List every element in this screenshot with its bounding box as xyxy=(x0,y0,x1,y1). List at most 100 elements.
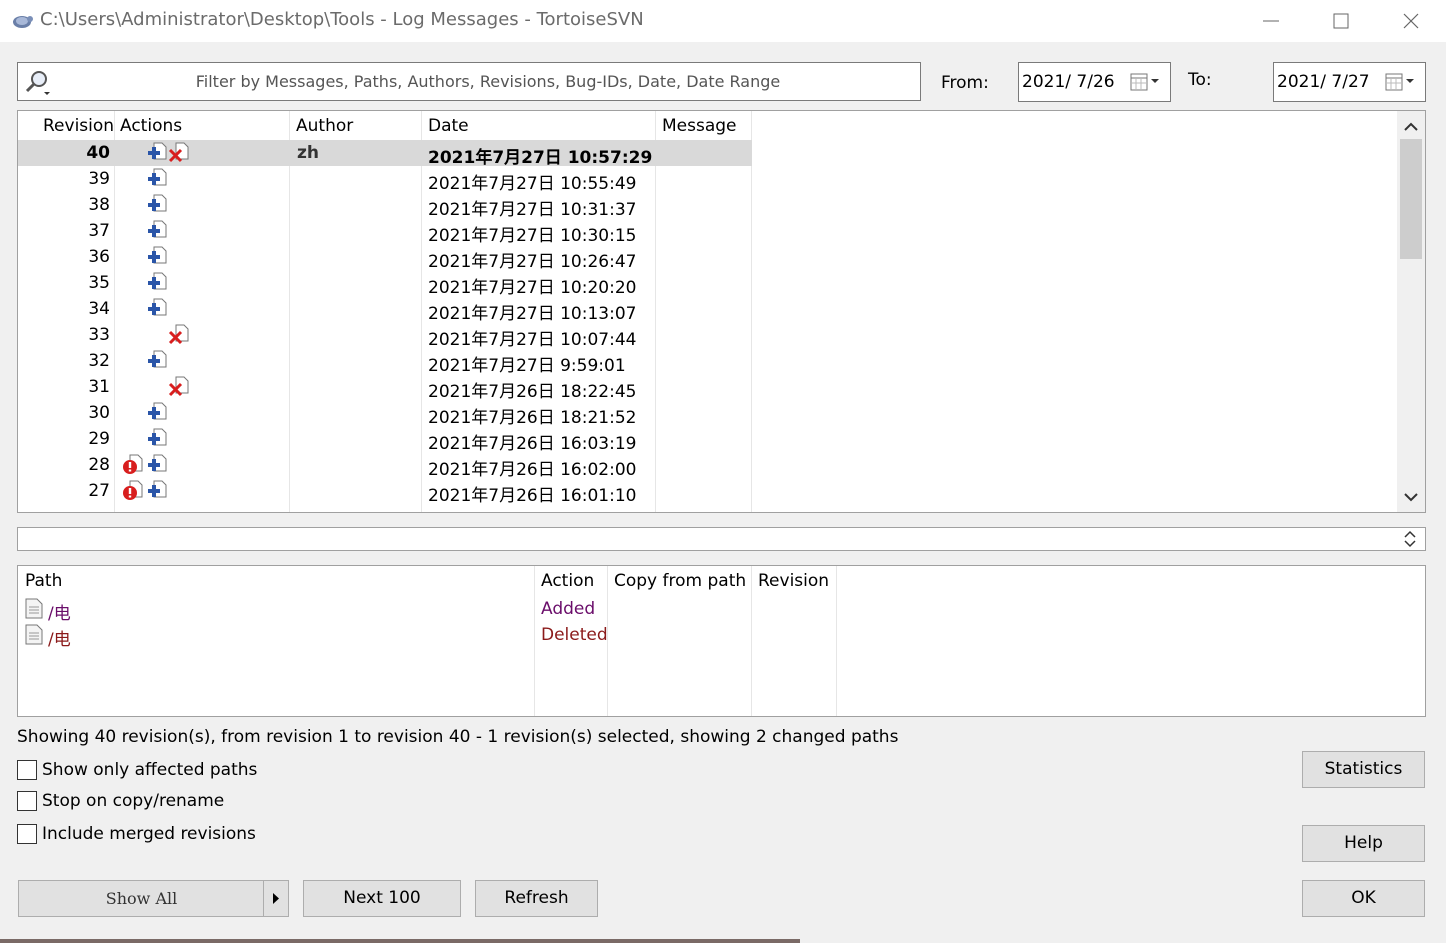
filter-input[interactable] xyxy=(58,67,918,96)
checkbox-box[interactable] xyxy=(17,824,37,844)
log-row[interactable]: 27 2021年7月26日 16:01:10 xyxy=(18,478,752,506)
log-actions xyxy=(120,402,200,424)
path-row[interactable]: /电 Added xyxy=(18,595,1425,624)
log-row[interactable]: 36 2021年7月27日 10:26:47 xyxy=(18,244,752,272)
maximize-button[interactable] xyxy=(1306,0,1376,42)
log-scrollbar[interactable] xyxy=(1397,111,1425,512)
calendar-dropdown-icon[interactable] xyxy=(1385,72,1417,92)
log-date: 2021年7月27日 10:26:47 xyxy=(428,252,637,272)
log-actions xyxy=(120,324,200,346)
close-button[interactable] xyxy=(1376,0,1446,42)
log-row[interactable]: 30 2021年7月26日 18:21:52 xyxy=(18,400,752,428)
log-date: 2021年7月27日 10:31:37 xyxy=(428,200,637,220)
log-row[interactable]: 28 2021年7月26日 16:02:00 xyxy=(18,452,752,480)
log-row[interactable]: 40 zh 2021年7月27日 10:57:29 xyxy=(18,140,752,168)
show-all-split-button[interactable]: Show All xyxy=(18,880,289,917)
log-row[interactable]: 34 2021年7月27日 10:13:07 xyxy=(18,296,752,324)
log-date: 2021年7月27日 9:59:01 xyxy=(428,356,626,376)
log-actions xyxy=(120,428,200,450)
column-header-action[interactable]: Action xyxy=(541,571,594,591)
log-revision: 38 xyxy=(88,195,110,215)
log-date: 2021年7月26日 18:22:45 xyxy=(428,382,637,402)
log-author: zh xyxy=(297,143,319,163)
column-header-path-revision[interactable]: Revision xyxy=(758,571,829,591)
help-button[interactable]: Help xyxy=(1302,825,1425,862)
added-icon xyxy=(146,350,168,372)
log-row[interactable]: 39 2021年7月27日 10:55:49 xyxy=(18,166,752,194)
log-revision: 36 xyxy=(88,247,110,267)
log-date: 2021年7月26日 16:03:19 xyxy=(428,434,637,454)
minimize-button[interactable] xyxy=(1236,0,1306,42)
log-date: 2021年7月26日 16:01:10 xyxy=(428,486,637,506)
tortoisesvn-icon xyxy=(10,10,34,30)
help-label: Help xyxy=(1344,833,1383,853)
path-text: /电 xyxy=(48,630,71,650)
checkbox-label[interactable]: Stop on copy/rename xyxy=(42,791,224,811)
added-icon xyxy=(146,454,168,476)
to-label: To: xyxy=(1188,70,1212,90)
refresh-button[interactable]: Refresh xyxy=(475,880,598,917)
changed-paths-list[interactable]: Path Action Copy from path Revision /电 A… xyxy=(17,565,1426,717)
column-header-message[interactable]: Message xyxy=(662,116,737,136)
log-date: 2021年7月27日 10:55:49 xyxy=(428,174,637,194)
to-date-picker[interactable]: 2021/ 7/27 xyxy=(1273,62,1426,102)
checkbox-label[interactable]: Show only affected paths xyxy=(42,760,257,780)
calendar-dropdown-icon[interactable] xyxy=(1130,72,1162,92)
window-title: C:\Users\Administrator\Desktop\Tools - L… xyxy=(40,9,644,30)
log-actions xyxy=(120,376,200,398)
file-icon xyxy=(25,624,43,645)
path-row[interactable]: /电 Deleted xyxy=(18,621,1425,650)
log-actions xyxy=(120,194,200,216)
title-bar: C:\Users\Administrator\Desktop\Tools - L… xyxy=(0,0,1446,42)
search-icon[interactable] xyxy=(22,67,56,97)
added-icon xyxy=(146,220,168,242)
log-list[interactable]: Revision Actions Author Date Message 40 z… xyxy=(17,110,1426,513)
added-icon xyxy=(146,480,168,502)
log-row[interactable]: 29 2021年7月26日 16:03:19 xyxy=(18,426,752,454)
statistics-button[interactable]: Statistics xyxy=(1302,751,1425,788)
log-row[interactable]: 37 2021年7月27日 10:30:15 xyxy=(18,218,752,246)
conflict-icon xyxy=(122,454,144,476)
checkbox-label[interactable]: Include merged revisions xyxy=(42,824,256,844)
log-actions xyxy=(120,272,200,294)
added-icon xyxy=(146,246,168,268)
log-actions xyxy=(120,298,200,320)
log-revision: 33 xyxy=(88,325,110,345)
scroll-thumb[interactable] xyxy=(1400,139,1422,259)
log-revision: 31 xyxy=(88,377,110,397)
added-icon xyxy=(146,194,168,216)
log-row[interactable]: 32 2021年7月27日 9:59:01 xyxy=(18,348,752,376)
log-row[interactable]: 38 2021年7月27日 10:31:37 xyxy=(18,192,752,220)
log-date: 2021年7月27日 10:57:29 xyxy=(428,148,653,168)
log-revision: 37 xyxy=(88,221,110,241)
log-row[interactable]: 31 2021年7月26日 18:22:45 xyxy=(18,374,752,402)
conflict-icon xyxy=(122,480,144,502)
added-icon xyxy=(146,168,168,190)
dropdown-arrow-icon[interactable] xyxy=(263,881,288,916)
deleted-icon xyxy=(168,376,190,398)
ok-button[interactable]: OK xyxy=(1302,880,1425,917)
filter-box[interactable] xyxy=(17,62,921,101)
column-header-path[interactable]: Path xyxy=(25,571,62,591)
log-date: 2021年7月26日 18:21:52 xyxy=(428,408,637,428)
column-header-date[interactable]: Date xyxy=(428,116,469,136)
checkbox-box[interactable] xyxy=(17,760,37,780)
log-actions xyxy=(120,246,200,268)
column-header-copy-from-path[interactable]: Copy from path xyxy=(614,571,746,591)
added-icon xyxy=(146,272,168,294)
statistics-label: Statistics xyxy=(1324,759,1403,779)
checkbox-box[interactable] xyxy=(17,791,37,811)
path-action: Added xyxy=(541,599,596,619)
log-row[interactable]: 33 2021年7月27日 10:07:44 xyxy=(18,322,752,350)
spin-arrows-icon xyxy=(1404,530,1416,548)
column-header-actions[interactable]: Actions xyxy=(120,116,182,136)
from-date-picker[interactable]: 2021/ 7/26 xyxy=(1018,62,1171,102)
log-revision: 39 xyxy=(88,169,110,189)
added-icon xyxy=(146,298,168,320)
column-header-revision[interactable]: Revision xyxy=(43,116,114,136)
next-100-button[interactable]: Next 100 xyxy=(303,880,461,917)
message-box[interactable] xyxy=(17,527,1426,551)
log-actions xyxy=(120,480,200,502)
column-header-author[interactable]: Author xyxy=(296,116,353,136)
log-row[interactable]: 35 2021年7月27日 10:20:20 xyxy=(18,270,752,298)
